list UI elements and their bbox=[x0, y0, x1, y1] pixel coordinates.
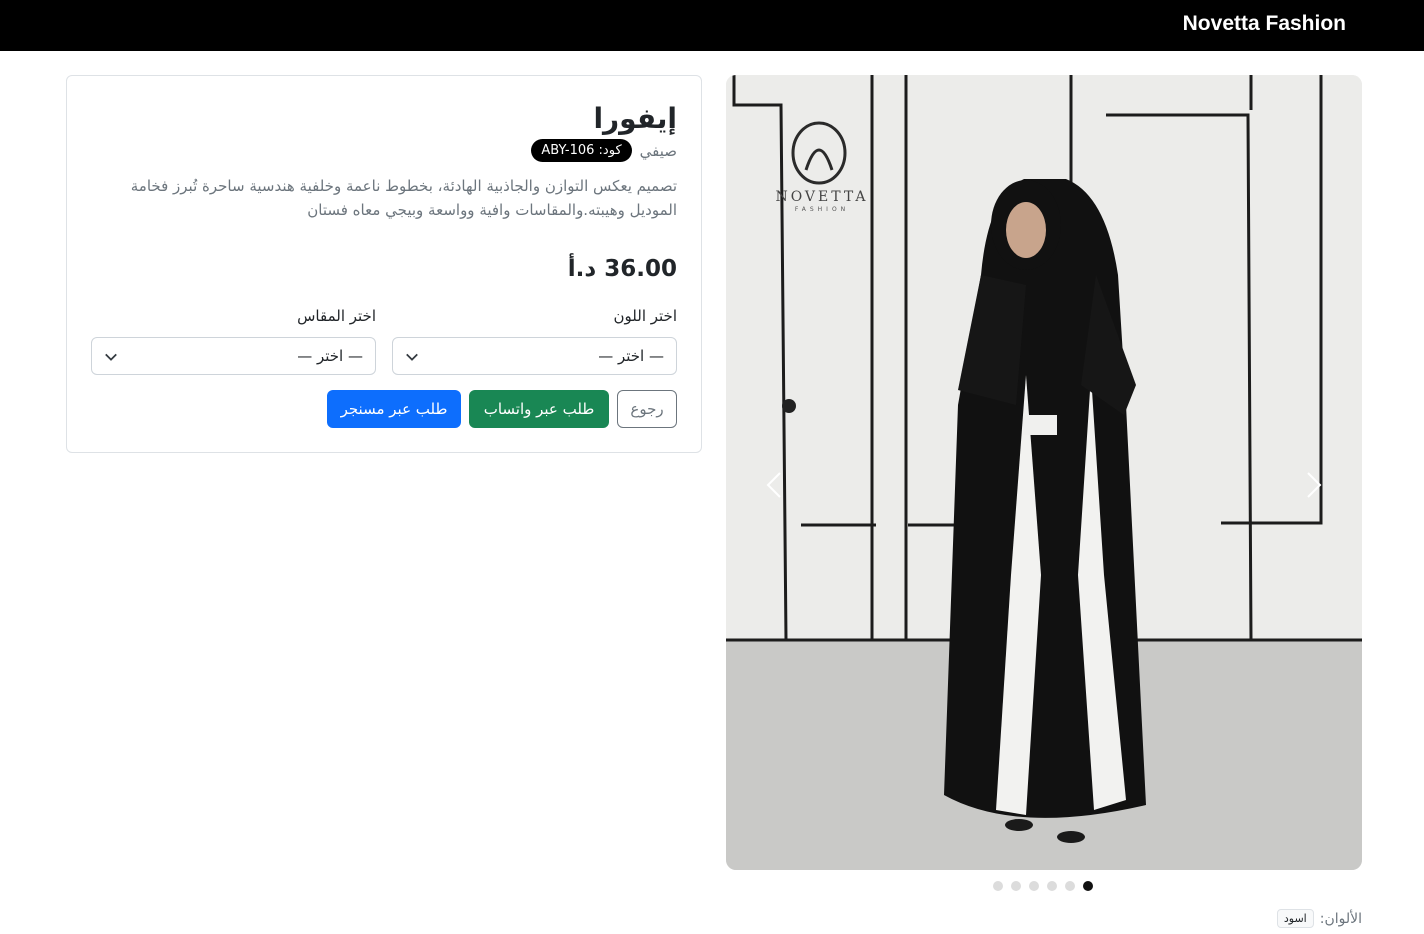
carousel-indicator-active[interactable] bbox=[1083, 881, 1093, 891]
logo-text: NOVETTA bbox=[775, 189, 868, 205]
product-code-badge: كود: ABY-106 bbox=[531, 139, 632, 162]
brand-title[interactable]: Novetta Fashion bbox=[1183, 12, 1346, 36]
carousel-indicator[interactable] bbox=[1029, 881, 1039, 891]
back-button[interactable]: رجوع bbox=[617, 390, 677, 428]
carousel-next-icon[interactable] bbox=[1298, 470, 1328, 500]
carousel-prev-icon[interactable] bbox=[760, 470, 790, 500]
colors-label: الألوان: bbox=[1319, 910, 1362, 927]
logo-subtext: FASHION bbox=[795, 206, 849, 213]
product-image-carousel: NOVETTA FASHION bbox=[726, 75, 1362, 870]
color-select-label: اختر اللون bbox=[613, 307, 677, 325]
color-select[interactable]: — اختر — bbox=[392, 337, 677, 375]
size-select-label: اختر المقاس bbox=[297, 307, 376, 325]
product-category: صيفي bbox=[639, 141, 677, 160]
product-price: 36.00 د.أ bbox=[567, 256, 677, 282]
product-title: إيفورا bbox=[593, 102, 677, 135]
order-messenger-button[interactable]: طلب عبر مسنجر bbox=[327, 390, 461, 428]
size-select-value: — اختر — bbox=[297, 347, 363, 365]
carousel-indicator[interactable] bbox=[1047, 881, 1057, 891]
top-navbar: Novetta Fashion bbox=[0, 0, 1424, 51]
size-select[interactable]: — اختر — bbox=[91, 337, 376, 375]
product-photo: NOVETTA FASHION bbox=[726, 75, 1362, 870]
color-chip: اسود bbox=[1276, 909, 1314, 928]
chevron-down-icon bbox=[406, 353, 418, 361]
available-colors: الألوان: اسود bbox=[1276, 909, 1362, 928]
order-whatsapp-button[interactable]: طلب عبر واتساب bbox=[469, 390, 609, 428]
color-select-value: — اختر — bbox=[598, 347, 664, 365]
carousel-indicator[interactable] bbox=[1065, 881, 1075, 891]
product-details-card: إيفورا صيفي كود: ABY-106 تصميم يعكس التو… bbox=[66, 75, 702, 453]
carousel-indicator[interactable] bbox=[1011, 881, 1021, 891]
product-description: تصميم يعكس التوازن والجاذبية الهادئة، بخ… bbox=[130, 177, 677, 219]
product-meta: صيفي كود: ABY-106 bbox=[531, 139, 677, 162]
chevron-down-icon bbox=[105, 353, 117, 361]
carousel-indicators bbox=[993, 881, 1093, 891]
carousel-indicator[interactable] bbox=[993, 881, 1003, 891]
